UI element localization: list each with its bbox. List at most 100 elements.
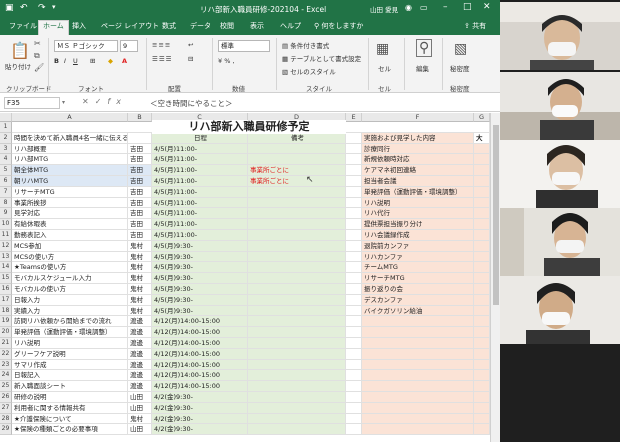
tab-view[interactable]: 表示 [246, 21, 268, 35]
cell-f[interactable] [362, 392, 474, 403]
cell-e[interactable] [346, 359, 362, 371]
cell-d[interactable] [248, 208, 346, 220]
cell-a[interactable]: ★保険の種類ごとの必要事項 [12, 424, 128, 436]
cell-g[interactable] [474, 402, 490, 414]
cell-f[interactable]: 提供票担当振り分け [362, 219, 474, 230]
cell-c[interactable]: 4/5(月)9:30- [152, 262, 248, 274]
cell-a[interactable]: 朝リハMTG [12, 176, 128, 187]
cell-c[interactable]: 4/5(月)9:30- [152, 251, 248, 263]
row-header[interactable]: 28 [0, 413, 12, 425]
cell-d[interactable] [248, 251, 346, 263]
cell-c[interactable]: 4/2(金)9:30- [152, 413, 248, 425]
cell-a[interactable]: サマリ作成 [12, 359, 128, 371]
number-format-select[interactable]: 標準 [218, 40, 270, 52]
row-header[interactable]: 24 [0, 370, 12, 382]
cell-g[interactable] [474, 154, 490, 166]
cell-g[interactable] [474, 370, 490, 382]
row-header[interactable]: 8 [0, 197, 12, 209]
cell-b[interactable]: 山田 [128, 424, 152, 436]
cell-a[interactable]: 利用者に関する情報共有 [12, 402, 128, 414]
editing-label[interactable]: 編集 [416, 63, 429, 73]
paste-icon[interactable]: 📋 [10, 41, 30, 60]
formula-input[interactable]: ＜空き時間にやること＞ [150, 98, 233, 109]
cell-f[interactable] [362, 348, 474, 360]
horizontal-align-icons[interactable]: ☰☰☰ [152, 55, 172, 63]
tab-help[interactable]: ヘルプ [276, 21, 305, 35]
cell-b[interactable]: 吉田 [128, 230, 152, 241]
cell-c[interactable]: 4/5(月)11:00- [152, 230, 248, 241]
cell-c[interactable]: 4/12(月)14:00-15:00 [152, 338, 248, 349]
copy-icon[interactable]: ⧉ [34, 51, 40, 61]
cell-a[interactable]: 勤務表記入 [12, 230, 128, 241]
cell-f[interactable]: 退院前カンファ [362, 240, 474, 252]
cell-b[interactable]: 渡邊 [128, 316, 152, 328]
cell-a[interactable]: モバカルの使い方 [12, 284, 128, 295]
cell-d[interactable] [248, 327, 346, 338]
cell-g[interactable] [474, 338, 490, 349]
participant-video-5[interactable] [500, 276, 620, 344]
cell-e[interactable] [346, 327, 362, 338]
name-box[interactable]: F35 [4, 97, 60, 109]
cell-e[interactable] [346, 273, 362, 284]
cell-d[interactable] [248, 294, 346, 306]
cell-b[interactable]: 鬼村 [128, 284, 152, 295]
row-header[interactable]: 15 [0, 273, 12, 284]
select-all-corner[interactable] [0, 113, 12, 122]
cell-e[interactable] [346, 370, 362, 382]
cell-a[interactable]: 単発評価（運動評価・環境調整） [12, 327, 128, 338]
column-header-e[interactable]: E [346, 113, 362, 122]
cell-b[interactable]: 鬼村 [128, 273, 152, 284]
cell-e[interactable] [346, 154, 362, 166]
cells-icon[interactable]: ▦ [376, 41, 389, 57]
cell-f[interactable]: 新規依頼時対応 [362, 154, 474, 166]
cell-c[interactable]: 4/5(月)11:00- [152, 143, 248, 155]
cell-a[interactable]: モバカルスケジュール入力 [12, 273, 128, 284]
row-header[interactable]: 19 [0, 316, 12, 328]
cell-a[interactable]: 訪問リハ依頼から開始までの流れ [12, 316, 128, 328]
cell-f[interactable]: チームMTG [362, 262, 474, 274]
cell-c[interactable]: 4/5(月)11:00- [152, 176, 248, 187]
cell-g[interactable] [474, 240, 490, 252]
share-button[interactable]: ⇪ 共有 [460, 21, 490, 35]
header-cell-c[interactable]: 日程 [152, 132, 248, 144]
cell-b[interactable]: 渡邊 [128, 381, 152, 392]
minimize-icon[interactable]: – [443, 2, 448, 12]
tab-file[interactable]: ファイル [5, 21, 41, 35]
row-header[interactable]: 23 [0, 359, 12, 371]
cell-d[interactable] [248, 424, 346, 436]
cell-d[interactable] [248, 305, 346, 317]
participant-video-2[interactable] [500, 72, 620, 140]
tab-review[interactable]: 校閲 [216, 21, 238, 35]
cell-c[interactable]: 4/5(月)9:30- [152, 284, 248, 295]
cell-d[interactable]: 事業所ごとに [248, 165, 346, 176]
cell-g[interactable] [474, 230, 490, 241]
cell-f[interactable]: 診療同行 [362, 143, 474, 155]
cell-f[interactable]: 振り返りの会 [362, 284, 474, 295]
cell-f[interactable] [362, 370, 474, 382]
cell-a[interactable]: ★Teamsの使い方 [12, 262, 128, 274]
cell-g[interactable] [474, 294, 490, 306]
cell-d[interactable] [248, 154, 346, 166]
cell-b[interactable]: 吉田 [128, 154, 152, 166]
cell-c[interactable]: 4/12(月)14:00-15:00 [152, 348, 248, 360]
cell-b[interactable]: 渡邊 [128, 348, 152, 360]
cancel-icon[interactable]: ✕ [82, 97, 95, 106]
underline-button[interactable]: U [73, 57, 78, 65]
participant-video-1[interactable] [500, 2, 620, 70]
cell-e[interactable] [346, 240, 362, 252]
header-cell-a[interactable]: 時間を決めて新入職員4名一緒に伝える内容 [12, 132, 128, 144]
cell-d[interactable] [248, 392, 346, 403]
cell-b[interactable]: 吉田 [128, 165, 152, 176]
cells-label[interactable]: セル [378, 63, 391, 73]
row-header[interactable]: 18 [0, 305, 12, 317]
row-header[interactable]: 22 [0, 348, 12, 360]
row-header[interactable]: 27 [0, 402, 12, 414]
cell-a[interactable]: グリーフケア説明 [12, 348, 128, 360]
cell-d[interactable] [248, 348, 346, 360]
cell-d[interactable] [248, 262, 346, 274]
save-icon[interactable]: ▣ [5, 3, 14, 13]
row-header[interactable]: 26 [0, 392, 12, 403]
cell-b[interactable]: 山田 [128, 392, 152, 403]
cell-styles-button[interactable]: ▧ セルのスタイル [282, 66, 336, 76]
row-header[interactable]: 6 [0, 176, 12, 187]
